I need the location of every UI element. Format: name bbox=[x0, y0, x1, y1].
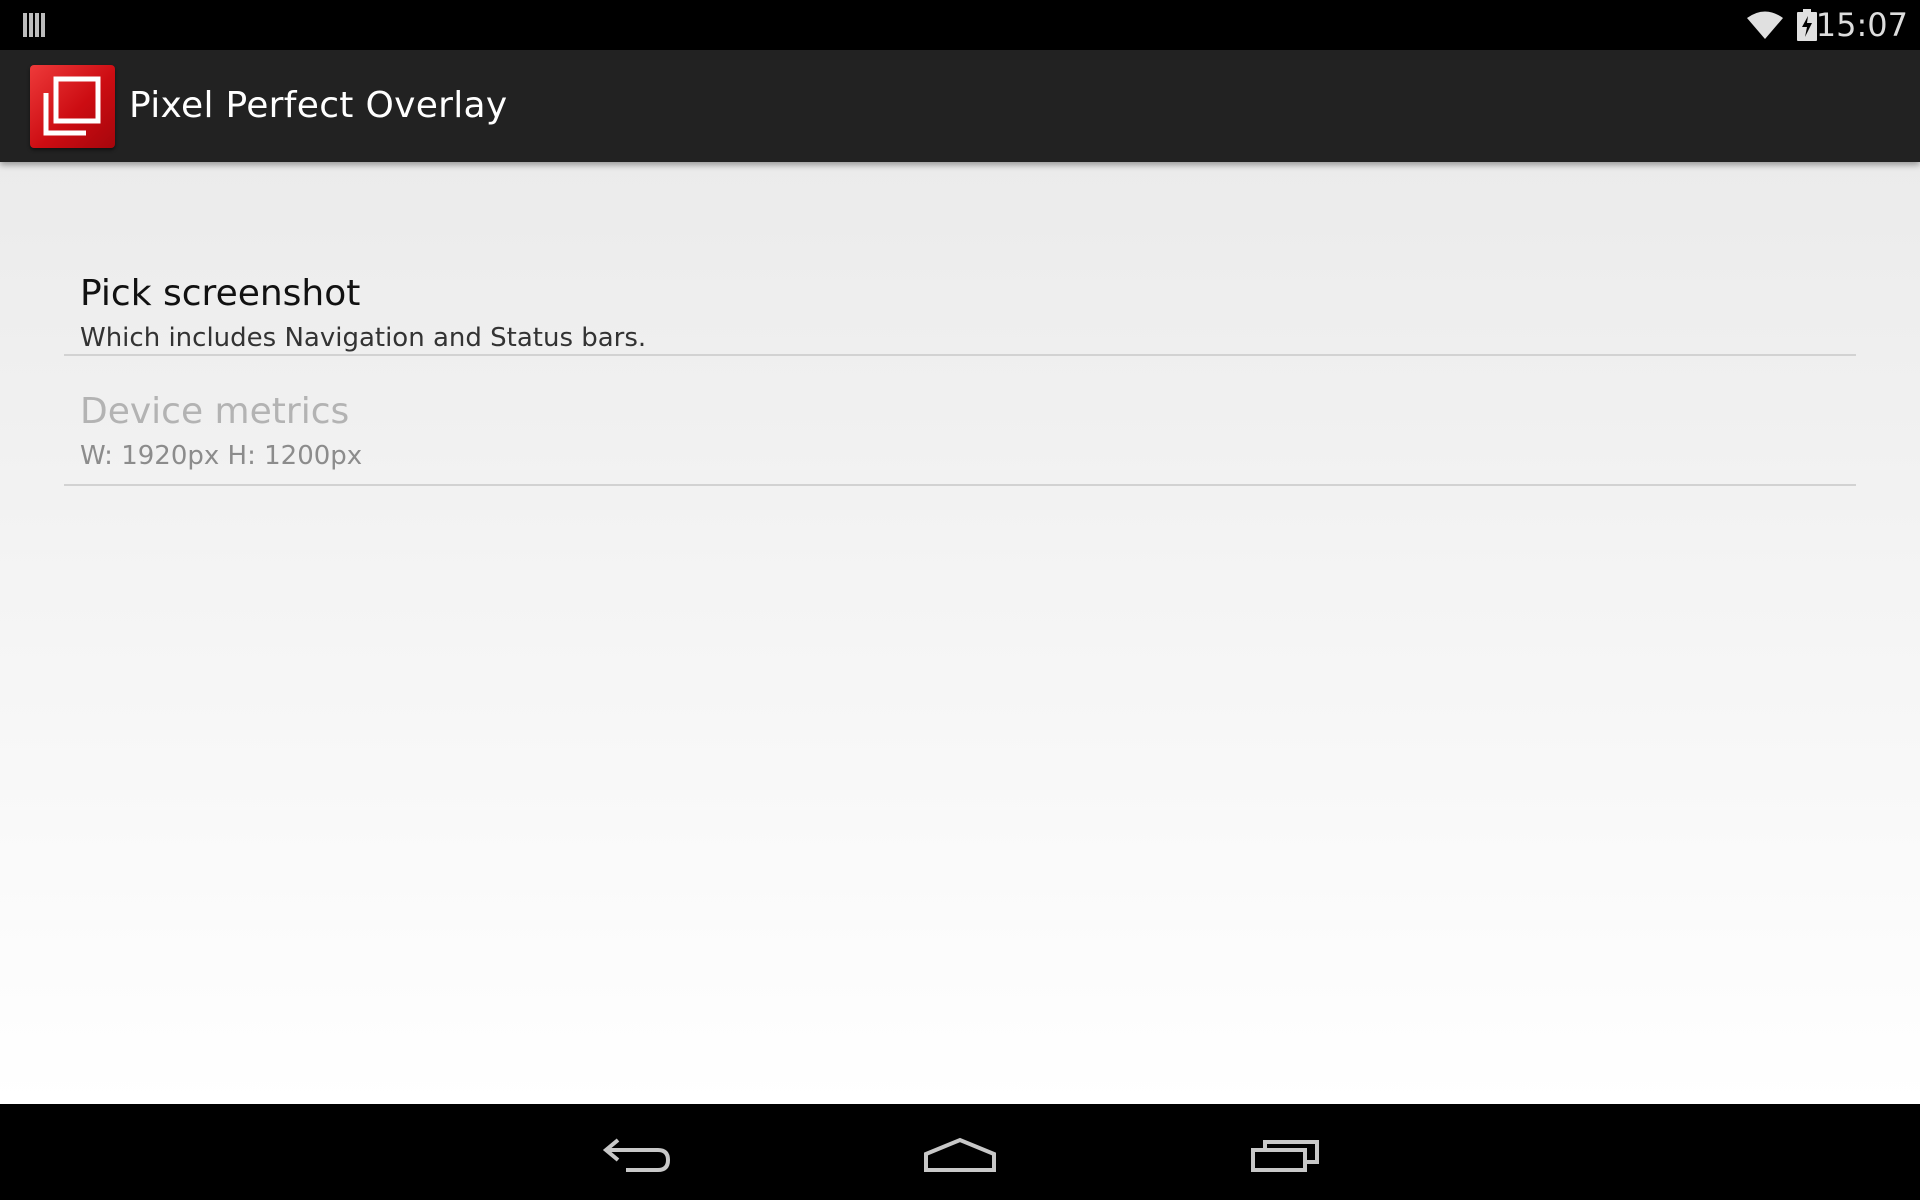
recents-button[interactable] bbox=[1235, 1116, 1335, 1188]
home-button[interactable] bbox=[910, 1116, 1010, 1188]
notification-bars-icon bbox=[22, 11, 48, 39]
preferences-list: Pick screenshot Which includes Navigatio… bbox=[0, 162, 1920, 1104]
preference-title: Pick screenshot bbox=[80, 273, 361, 314]
back-icon bbox=[602, 1138, 671, 1172]
pick-screenshot-preference[interactable]: Pick screenshot Which includes Navigatio… bbox=[64, 244, 1856, 356]
app-title: Pixel Perfect Overlay bbox=[129, 85, 508, 126]
app-logo-icon[interactable] bbox=[30, 65, 115, 148]
preference-title: Device metrics bbox=[80, 391, 350, 432]
wifi-icon bbox=[1745, 9, 1785, 41]
status-clock: 15:07 bbox=[1815, 6, 1908, 44]
status-bar: 15:07 bbox=[0, 0, 1920, 50]
preference-summary: Which includes Navigation and Status bar… bbox=[80, 323, 647, 353]
action-bar: Pixel Perfect Overlay bbox=[0, 50, 1920, 162]
preference-summary: W: 1920px H: 1200px bbox=[80, 441, 363, 471]
recents-icon bbox=[1251, 1140, 1319, 1172]
home-icon bbox=[924, 1137, 996, 1172]
back-button[interactable] bbox=[586, 1116, 686, 1188]
battery-charging-icon bbox=[1796, 9, 1818, 41]
navigation-bar bbox=[0, 1104, 1920, 1200]
device-metrics-preference: Device metrics W: 1920px H: 1200px bbox=[64, 356, 1856, 486]
